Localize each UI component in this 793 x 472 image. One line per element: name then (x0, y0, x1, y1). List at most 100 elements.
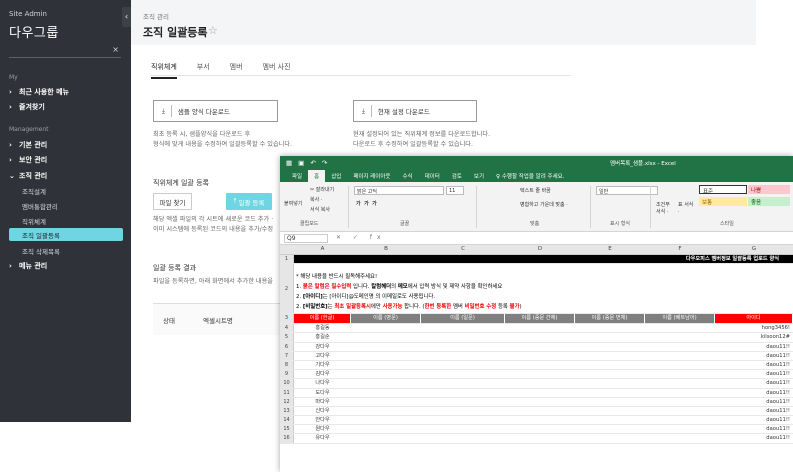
header-name-vi[interactable]: 이름 (베트남어) (645, 314, 715, 324)
wrap-text-button[interactable]: 텍스트 줄 바꿈 (520, 187, 551, 194)
ribbon-tab-review[interactable]: 검토 (446, 170, 468, 182)
cell-name[interactable]: 원다우 (294, 425, 351, 433)
tab-position-system[interactable]: 직위체계 (151, 62, 177, 79)
name-box[interactable]: Q9 (284, 234, 328, 243)
spreadsheet-grid[interactable]: A B C D E F G 1 다우오피스 멤버정보 일괄등록 업로드 양식 2… (280, 245, 793, 444)
tab-member[interactable]: 멤버 (230, 62, 243, 79)
cell-id[interactable]: daou11!! (715, 434, 793, 442)
sidebar-item-org-deleted[interactable]: 조직 삭제목록 (22, 246, 60, 256)
cell-id[interactable]: daou11!! (715, 389, 793, 397)
row-number[interactable]: 16 (280, 434, 294, 443)
breadcrumb[interactable]: 조직 관리 (143, 11, 169, 21)
redo-icon[interactable]: ↷ (322, 159, 327, 167)
star-icon[interactable]: ☆ (208, 24, 218, 37)
table-row[interactable]: 16 유다우 daou11!! (280, 434, 793, 444)
conditional-format-button[interactable]: 조건부 서식 · (656, 202, 674, 216)
ribbon-tab-insert[interactable]: 삽입 (325, 170, 347, 182)
merge-center-button[interactable]: 병합하고 가운데 맞춤 · (520, 201, 568, 208)
current-settings-download-button[interactable]: ⤓ 현재 설정 다운로드 (353, 100, 477, 122)
header-name-ja[interactable]: 이름 (일문) (421, 314, 505, 324)
col-header-e[interactable]: E (575, 246, 645, 252)
row-number[interactable]: 8 (280, 360, 294, 370)
table-row[interactable]: 13 신다우 daou11!! (280, 406, 793, 417)
sidebar-group-basic[interactable]: › 기본 관리 (9, 140, 47, 150)
undo-icon[interactable]: ↶ (310, 159, 315, 167)
row-number[interactable]: 5 (280, 333, 294, 342)
style-normal[interactable]: 표준 (699, 185, 747, 195)
sidebar-item-position-system[interactable]: 직위체계 (22, 216, 46, 226)
cell-name[interactable]: 강다우 (294, 343, 351, 351)
cell-name[interactable]: 도다우 (294, 389, 351, 397)
cell-name[interactable]: 신다우 (294, 407, 351, 415)
table-format-button[interactable]: 표 서식 · (678, 202, 694, 216)
table-row[interactable]: 12 마다우 daou11!! (280, 397, 793, 407)
cut-button[interactable]: ✂ 잘라내기 (310, 186, 334, 193)
sidebar-group-security[interactable]: › 보안 관리 (9, 155, 47, 165)
fx-icon[interactable]: ✕ ✓ fx (336, 234, 386, 241)
row-number[interactable]: 15 (280, 425, 294, 434)
tab-department[interactable]: 부서 (197, 62, 210, 79)
sidebar-search-input[interactable]: × (9, 45, 121, 58)
cell-id[interactable]: kilsoon12# (715, 333, 793, 341)
clear-icon[interactable]: × (112, 45, 119, 54)
copy-button[interactable]: 복사 · (310, 196, 322, 203)
save-icon[interactable]: ▣ (298, 159, 304, 167)
table-row[interactable]: 6 강다우 daou11!! (280, 342, 793, 352)
header-row[interactable]: 3 이름 (한글) 이름 (영문) 이름 (일문) 이름 (중문 간체) 이름 … (280, 314, 793, 325)
sidebar-group-favorites[interactable]: › 즐겨찾기 (9, 102, 45, 112)
ribbon-tab-data[interactable]: 데이터 (419, 170, 446, 182)
sidebar-item-org-design[interactable]: 조직설계 (22, 186, 46, 196)
bulk-upload-button[interactable]: ⤒ 일괄 등록 (226, 193, 272, 210)
table-row[interactable]: 7 고다우 daou11!! (280, 351, 793, 361)
sidebar-group-recent[interactable]: › 최근 사용한 메뉴 (9, 87, 69, 97)
cell-id[interactable]: daou11!! (715, 416, 793, 424)
sample-download-button[interactable]: ⤓ 샘플 양식 다운로드 (153, 100, 278, 122)
cell-name[interactable]: 김다우 (294, 370, 351, 378)
row-number[interactable]: 7 (280, 351, 294, 360)
ribbon-tab-home[interactable]: 홈 (308, 170, 326, 182)
cell-id[interactable]: daou11!! (715, 343, 793, 351)
cell-id[interactable]: daou11!! (715, 379, 793, 387)
tab-member-photo[interactable]: 멤버 사진 (263, 62, 291, 79)
sidebar-collapse-button[interactable]: ‹ (122, 7, 131, 27)
find-file-button[interactable]: 파일 찾기 (153, 193, 192, 210)
row-number[interactable]: 14 (280, 416, 294, 425)
table-row[interactable]: 9 김다우 daou11!! (280, 370, 793, 380)
cell-name[interactable]: 홍길동 (294, 324, 351, 332)
cell-id[interactable]: daou11!! (715, 361, 793, 369)
paste-button[interactable]: 붙여넣기 (284, 200, 302, 207)
table-row[interactable]: 14 안다우 daou11!! (280, 416, 793, 426)
format-painter-button[interactable]: 서식 복사 (310, 206, 330, 213)
col-header-a[interactable]: A (294, 246, 351, 252)
ribbon-tab-view[interactable]: 보기 (468, 170, 490, 182)
table-row[interactable]: 4 홍길동 hong3456! (280, 324, 793, 334)
row-number[interactable]: 11 (280, 388, 294, 397)
row-number[interactable]: 9 (280, 370, 294, 379)
sidebar-group-org[interactable]: ⌄ 조직 관리 (9, 171, 47, 181)
row-number[interactable]: 10 (280, 379, 294, 388)
cell-name[interactable]: 고다우 (294, 352, 351, 360)
style-good[interactable]: 좋음 (748, 197, 790, 206)
cell-id[interactable]: hong3456! (715, 324, 793, 332)
cell-name[interactable]: 안다우 (294, 416, 351, 424)
header-name-zh-tw[interactable]: 이름 (중문 번체) (575, 314, 645, 324)
sidebar-item-member-integration[interactable]: 멤버통합관리 (22, 201, 58, 211)
font-select[interactable]: 맑은 고딕 (354, 186, 444, 195)
cell-id[interactable]: daou11!! (715, 352, 793, 360)
table-row[interactable]: 11 도다우 daou11!! (280, 388, 793, 398)
cell-id[interactable]: daou11!! (715, 407, 793, 415)
col-header-f[interactable]: F (645, 246, 715, 252)
table-row[interactable]: 2 * 해당 내용을 반드시 필독해주세요! 1. 붉은 칼럼은 필수입력 입니… (280, 264, 793, 315)
cell-name[interactable]: 유다우 (294, 434, 351, 442)
style-neutral[interactable]: 보통 (699, 197, 747, 206)
col-header-c[interactable]: C (421, 246, 505, 252)
cell-id[interactable]: daou11!! (715, 370, 793, 378)
ribbon-tab-layout[interactable]: 페이지 레이아웃 (347, 170, 396, 182)
sidebar-group-menu[interactable]: › 메뉴 관리 (9, 261, 47, 271)
row-number[interactable]: 4 (280, 324, 294, 333)
bold-button[interactable]: 가 가 가 (356, 200, 377, 207)
ribbon-tab-file[interactable]: 파일 (286, 170, 308, 182)
cell-name[interactable]: 홍길순 (294, 333, 351, 341)
style-bad[interactable]: 나쁨 (748, 185, 790, 194)
table-row[interactable]: 15 원다우 daou11!! (280, 425, 793, 435)
